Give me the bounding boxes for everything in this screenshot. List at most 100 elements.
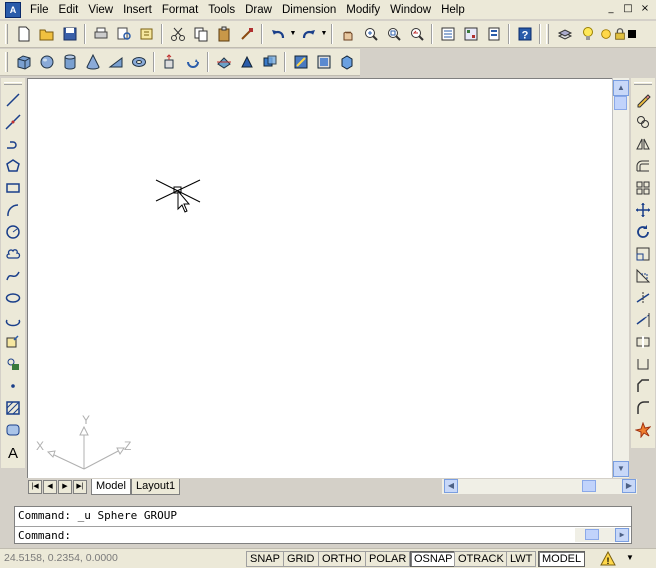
save-button[interactable] (58, 23, 81, 45)
communication-center-icon[interactable]: ! (600, 550, 616, 567)
explode-button[interactable] (632, 419, 654, 441)
help-button[interactable]: ? (513, 23, 536, 45)
snap-toggle[interactable]: SNAP (246, 551, 284, 567)
otrack-toggle[interactable]: OTRACK (454, 551, 508, 567)
menu-tools[interactable]: Tools (203, 1, 240, 19)
section-button[interactable] (235, 51, 258, 73)
vertical-scrollbar[interactable]: ▲ ▼ (612, 78, 629, 478)
tool-palettes-button[interactable] (482, 23, 505, 45)
vertical-scroll-thumb[interactable] (614, 96, 627, 110)
torus-solid-button[interactable] (127, 51, 150, 73)
shade-button[interactable] (289, 51, 312, 73)
cut-button[interactable] (166, 23, 189, 45)
layer-lock-toggle[interactable] (613, 23, 627, 45)
new-button[interactable] (12, 23, 35, 45)
toolbar-grip[interactable] (5, 24, 8, 44)
zoom-previous-button[interactable] (405, 23, 428, 45)
trim-button[interactable] (632, 287, 654, 309)
view-3d-button[interactable] (335, 51, 358, 73)
horizontal-scroll-thumb[interactable] (582, 480, 596, 492)
point-button[interactable] (2, 375, 24, 397)
break-button[interactable] (632, 331, 654, 353)
last-tab-button[interactable]: ▶| (73, 479, 87, 494)
redo-dropdown-arrow[interactable]: ▼ (320, 23, 328, 45)
match-properties-button[interactable] (235, 23, 258, 45)
zoom-window-button[interactable] (382, 23, 405, 45)
move-button[interactable] (632, 199, 654, 221)
undo-button[interactable] (266, 23, 289, 45)
circle-button[interactable] (2, 221, 24, 243)
command-scroll-right[interactable]: ▶ (615, 528, 629, 542)
restore-button[interactable]: □ (620, 2, 636, 16)
tab-model[interactable]: Model (91, 478, 131, 495)
extend-button[interactable] (632, 309, 654, 331)
plot-preview-button[interactable] (112, 23, 135, 45)
drawing-canvas[interactable]: Y X Z (27, 78, 612, 478)
menu-window[interactable]: Window (385, 1, 436, 19)
toolbar-grip[interactable] (5, 52, 8, 72)
prev-tab-button[interactable]: ◀ (43, 479, 57, 494)
sphere-solid-button[interactable] (35, 51, 58, 73)
model-toggle[interactable]: MODEL (538, 551, 586, 567)
close-button[interactable]: × (637, 2, 653, 16)
menu-file[interactable]: File (25, 1, 54, 19)
scroll-up-arrow[interactable]: ▲ (613, 80, 629, 96)
first-tab-button[interactable]: |◀ (28, 479, 42, 494)
open-button[interactable] (35, 23, 58, 45)
menu-format[interactable]: Format (157, 1, 203, 19)
status-menu-arrow[interactable]: ▼ (626, 553, 634, 562)
menu-insert[interactable]: Insert (118, 1, 157, 19)
stretch-button[interactable] (632, 265, 654, 287)
layer-on-toggle[interactable] (576, 23, 599, 45)
revision-cloud-button[interactable] (2, 243, 24, 265)
command-window[interactable]: Command: _u Sphere GROUP Command: ▶ (14, 506, 632, 544)
scale-button[interactable] (632, 243, 654, 265)
construction-line-button[interactable] (2, 111, 24, 133)
properties-button[interactable] (436, 23, 459, 45)
hatch-button[interactable] (2, 397, 24, 419)
rectangle-button[interactable] (2, 177, 24, 199)
scroll-left-arrow[interactable]: ◀ (444, 479, 458, 493)
polygon-button[interactable] (2, 155, 24, 177)
print-button[interactable] (89, 23, 112, 45)
command-scroll-thumb[interactable] (585, 529, 599, 540)
fillet-button[interactable] (632, 397, 654, 419)
command-prompt[interactable]: Command: (18, 529, 71, 543)
menu-view[interactable]: View (83, 1, 118, 19)
layers-toolbar-grip[interactable] (546, 24, 549, 44)
horizontal-scrollbar[interactable]: ◀ ▶ (442, 479, 637, 494)
cylinder-solid-button[interactable] (58, 51, 81, 73)
array-button[interactable] (632, 177, 654, 199)
line-tool-button[interactable] (2, 89, 24, 111)
menu-draw[interactable]: Draw (240, 1, 277, 19)
paste-button[interactable] (212, 23, 235, 45)
undo-dropdown-arrow[interactable]: ▼ (289, 23, 297, 45)
lwt-toggle[interactable]: LWT (506, 551, 537, 567)
redo-button[interactable] (297, 23, 320, 45)
slice-button[interactable] (212, 51, 235, 73)
tab-layout1[interactable]: Layout1 (130, 478, 181, 495)
box-solid-button[interactable] (12, 51, 35, 73)
coordinate-readout[interactable]: 24.5158, 0.2354, 0.0000 (4, 552, 118, 564)
zoom-realtime-button[interactable] (359, 23, 382, 45)
layer-color-swatch[interactable] (627, 23, 637, 45)
ortho-toggle[interactable]: ORTHO (318, 551, 366, 567)
menu-help[interactable]: Help (436, 1, 470, 19)
ellipse-arc-button[interactable] (2, 309, 24, 331)
offset-button[interactable] (632, 155, 654, 177)
make-block-button[interactable] (2, 353, 24, 375)
layer-freeze-toggle[interactable] (599, 23, 613, 45)
toolbar-grip[interactable] (634, 82, 652, 85)
extrude-button[interactable] (158, 51, 181, 73)
toolbar-grip[interactable] (4, 82, 22, 85)
multiline-text-button[interactable]: A (2, 441, 24, 463)
polyline-button[interactable] (2, 133, 24, 155)
next-tab-button[interactable]: ▶ (58, 479, 72, 494)
menu-modify[interactable]: Modify (341, 1, 385, 19)
rotate-button[interactable] (632, 221, 654, 243)
scroll-right-arrow[interactable]: ▶ (622, 479, 636, 493)
copy-button[interactable] (189, 23, 212, 45)
menu-dimension[interactable]: Dimension (277, 1, 341, 19)
render-button[interactable] (312, 51, 335, 73)
cone-solid-button[interactable] (81, 51, 104, 73)
